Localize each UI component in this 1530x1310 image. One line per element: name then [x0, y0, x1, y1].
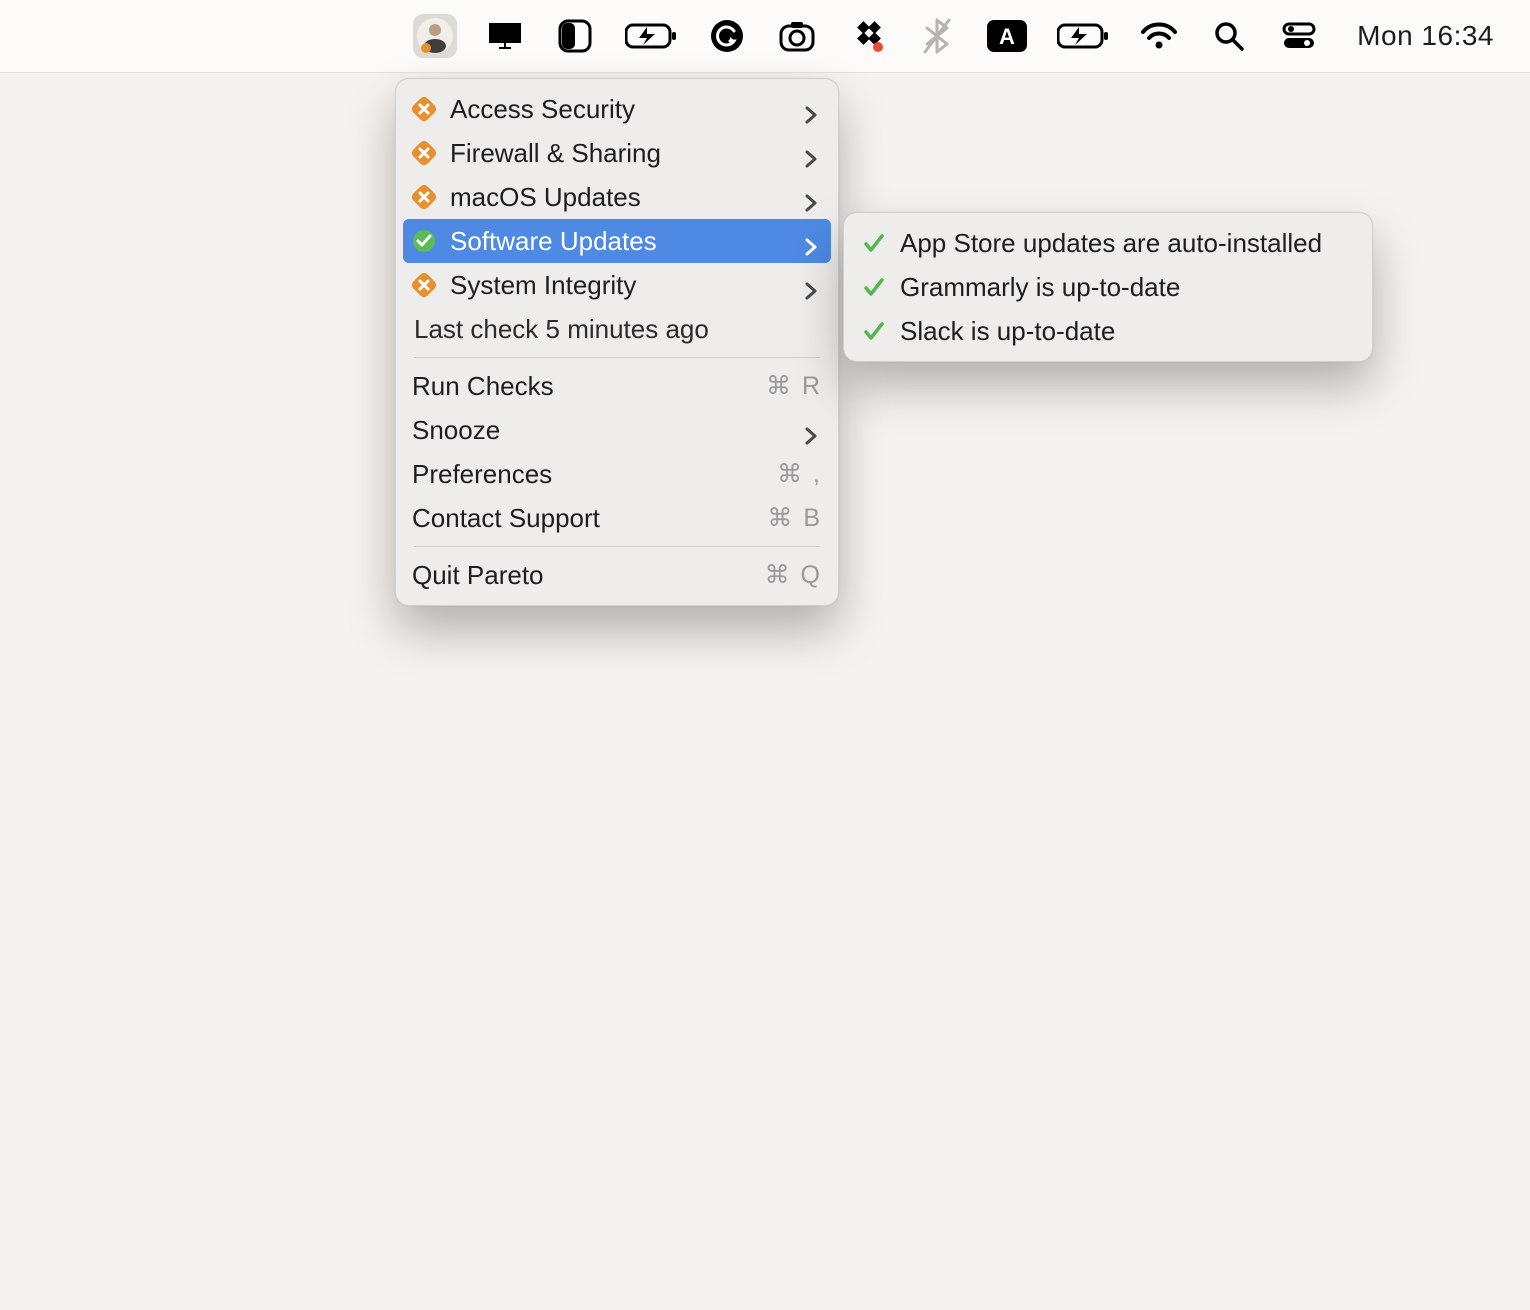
split-view-icon[interactable] [553, 14, 597, 58]
menu-item-quit[interactable]: Quit Pareto ⌘ Q [396, 553, 838, 597]
chevron-right-icon [804, 100, 822, 118]
shortcut-text: ⌘ B [767, 503, 822, 533]
menu-item-label: Firewall & Sharing [450, 138, 804, 169]
menubar-clock[interactable]: Mon 16:34 [1357, 20, 1494, 52]
submenu-item-label: Slack is up-to-date [900, 316, 1115, 347]
battery-charge-icon[interactable] [623, 14, 679, 58]
menu-item-label: System Integrity [450, 270, 804, 301]
sync-app-icon[interactable] [845, 14, 889, 58]
grammarly-icon[interactable] [705, 14, 749, 58]
menu-item-label: macOS Updates [450, 182, 804, 213]
battery-status-icon[interactable] [1055, 14, 1111, 58]
submenu-item-grammarly[interactable]: Grammarly is up-to-date [844, 265, 1372, 309]
menu-item-software-updates[interactable]: Software Updates [403, 219, 831, 263]
chevron-right-icon [804, 188, 822, 206]
menu-item-label: Software Updates [450, 226, 804, 257]
software-updates-submenu: App Store updates are auto-installed Gra… [843, 212, 1373, 362]
input-source-icon[interactable]: A [985, 14, 1029, 58]
menu-item-label: Quit Pareto [412, 560, 765, 591]
search-icon[interactable] [1207, 14, 1251, 58]
warn-badge-icon [412, 141, 436, 165]
shortcut-text: ⌘ R [766, 371, 822, 401]
menu-item-label: Access Security [450, 94, 804, 125]
svg-text:A: A [999, 24, 1015, 49]
check-icon [862, 231, 886, 255]
menu-item-access-security[interactable]: Access Security [396, 87, 838, 131]
menu-item-label: Contact Support [412, 503, 767, 534]
submenu-item-label: Grammarly is up-to-date [900, 272, 1180, 303]
warn-badge-icon [412, 97, 436, 121]
submenu-item-label: App Store updates are auto-installed [900, 228, 1322, 259]
menubar: A Mon 16:34 [0, 0, 1530, 73]
check-icon [862, 319, 886, 343]
menu-item-firewall-sharing[interactable]: Firewall & Sharing [396, 131, 838, 175]
chevron-right-icon [804, 421, 822, 439]
shortcut-text: ⌘ , [777, 459, 822, 489]
menu-item-label: Run Checks [412, 371, 766, 402]
chevron-right-icon [804, 144, 822, 162]
menu-item-system-integrity[interactable]: System Integrity [396, 263, 838, 307]
pareto-menu: Access Security Firewall & Sharing macOS… [395, 78, 839, 606]
menu-item-snooze[interactable]: Snooze [396, 408, 838, 452]
menu-item-contact-support[interactable]: Contact Support ⌘ B [396, 496, 838, 540]
submenu-item-app-store[interactable]: App Store updates are auto-installed [844, 221, 1372, 265]
menu-item-preferences[interactable]: Preferences ⌘ , [396, 452, 838, 496]
control-center-icon[interactable] [1277, 14, 1321, 58]
check-icon [862, 275, 886, 299]
warn-badge-icon [412, 273, 436, 297]
warn-badge-icon [412, 185, 436, 209]
camera-icon[interactable] [775, 14, 819, 58]
menu-item-macos-updates[interactable]: macOS Updates [396, 175, 838, 219]
bluetooth-off-icon[interactable] [915, 14, 959, 58]
submenu-item-slack[interactable]: Slack is up-to-date [844, 309, 1372, 353]
chevron-right-icon [804, 232, 822, 250]
last-check-label: Last check 5 minutes ago [414, 314, 709, 345]
ok-badge-icon [412, 229, 436, 253]
menu-item-label: Preferences [412, 459, 777, 490]
last-check-text: Last check 5 minutes ago [396, 307, 838, 351]
display-icon[interactable] [483, 14, 527, 58]
menu-divider [414, 357, 820, 358]
menu-item-label: Snooze [412, 415, 804, 446]
chevron-right-icon [804, 276, 822, 294]
wifi-icon[interactable] [1137, 14, 1181, 58]
shortcut-text: ⌘ Q [765, 560, 822, 590]
pareto-app-icon[interactable] [413, 14, 457, 58]
menu-divider [414, 546, 820, 547]
menu-item-run-checks[interactable]: Run Checks ⌘ R [396, 364, 838, 408]
